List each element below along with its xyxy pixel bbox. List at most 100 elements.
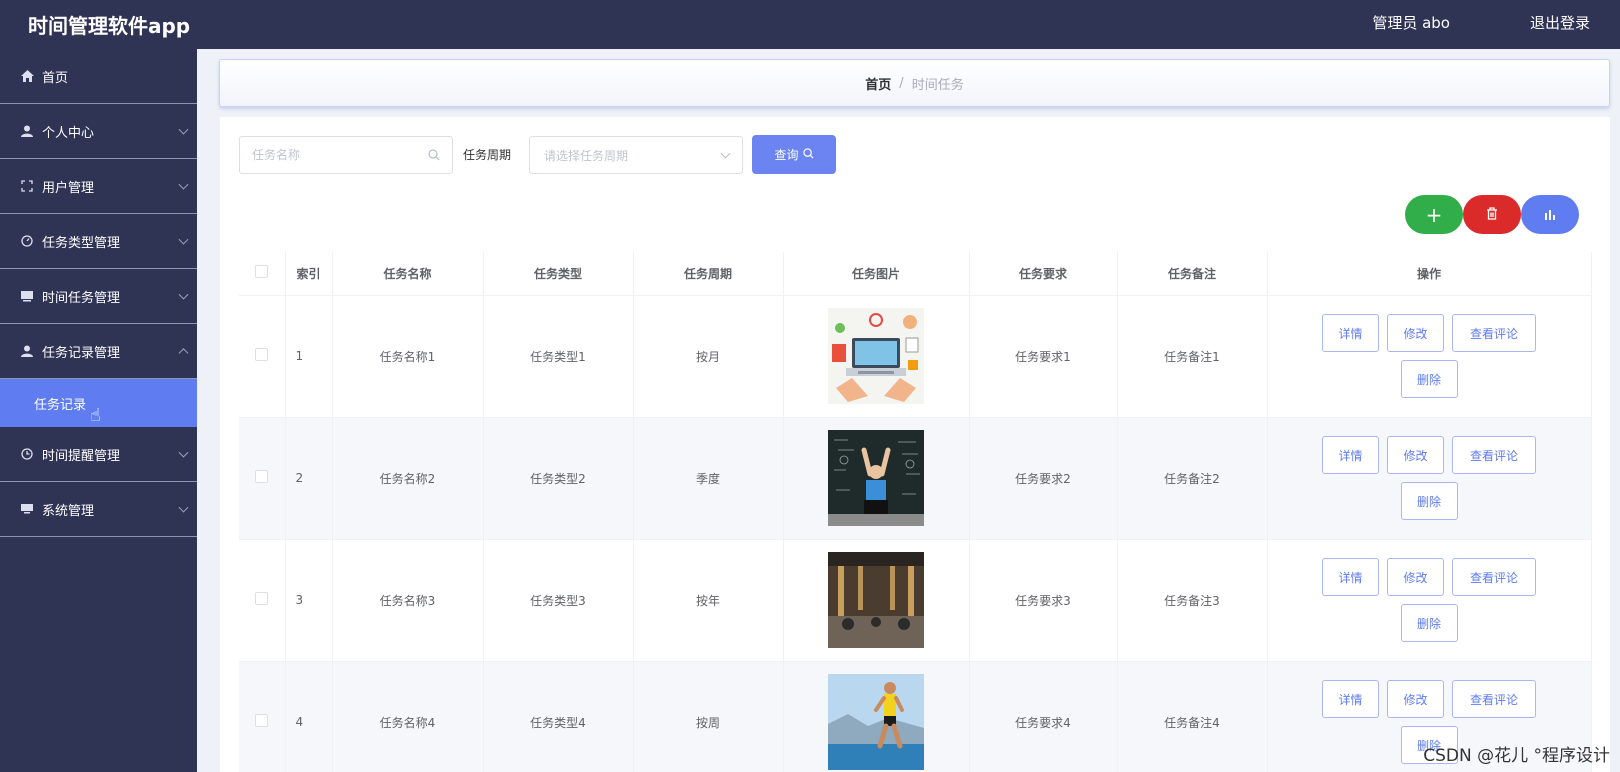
table-row: 2 任务名称2 任务类型2 季度 任务要求2 任务备注2 详情 修改 查看评论 … [239, 417, 1592, 540]
sidebar-item-task-record-management[interactable]: 任务记录管理 [0, 324, 197, 379]
task-name-input[interactable] [252, 148, 428, 162]
task-image-gym[interactable] [828, 552, 924, 648]
query-button-label: 查询 [774, 148, 799, 162]
view-comments-button[interactable]: 查看评论 [1452, 436, 1536, 474]
chevron-down-icon [178, 124, 189, 135]
detail-button[interactable]: 详情 [1322, 558, 1379, 596]
table-row: 4 任务名称4 任务类型4 按周 任务要求4 任务备注4 详情 修改 查看评论 … [239, 661, 1592, 772]
cell-task-name: 任务名称1 [332, 295, 484, 418]
row-actions: 详情 修改 查看评论 删除 [1315, 558, 1543, 642]
chevron-up-icon [178, 348, 189, 359]
detail-button[interactable]: 详情 [1322, 680, 1379, 718]
top-bar: 时间管理软件app 管理员 abo 退出登录 [0, 0, 1620, 49]
delete-button[interactable]: 删除 [1400, 604, 1458, 642]
gauge-icon [20, 234, 34, 248]
breadcrumb-current: 时间任务 [911, 77, 964, 93]
fullscreen-icon [20, 179, 34, 193]
task-period-label: 任务周期 [463, 148, 512, 162]
cell-task-type: 任务类型2 [483, 417, 634, 540]
sidebar-item-home[interactable]: 首页 [0, 49, 197, 104]
sidebar-item-label: 用户管理 [42, 180, 95, 196]
cell-task-type: 任务类型1 [483, 295, 634, 418]
task-name-search[interactable] [239, 136, 453, 174]
sidebar-item-label: 系统管理 [42, 503, 95, 519]
search-icon [428, 146, 440, 165]
statistics-button[interactable] [1521, 195, 1579, 234]
breadcrumb-home[interactable]: 首页 [865, 74, 891, 93]
sidebar-item-personal-center[interactable]: 个人中心 [0, 104, 197, 159]
add-button[interactable]: + [1405, 195, 1463, 234]
task-period-select[interactable]: 请选择任务周期 [529, 136, 743, 174]
column-header: 任务类型 [483, 252, 634, 296]
detail-button[interactable]: 详情 [1322, 314, 1379, 352]
cell-task-remark: 任务备注2 [1117, 417, 1268, 540]
column-header: 任务备注 [1117, 252, 1268, 296]
cell-task-remark: 任务备注4 [1117, 661, 1268, 772]
task-table: 索引 任务名称 任务类型 任务周期 任务图片 任务要求 任务备注 操作 1 任务… [239, 252, 1592, 772]
column-header: 索引 [285, 252, 333, 296]
sidebar-item-label: 个人中心 [42, 125, 95, 141]
cell-index: 1 [285, 295, 333, 418]
view-comments-button[interactable]: 查看评论 [1452, 680, 1536, 718]
row-checkbox[interactable] [255, 470, 269, 483]
user-icon [20, 344, 34, 358]
cell-index: 3 [285, 539, 333, 662]
cell-task-period: 按年 [633, 539, 784, 662]
cell-task-period: 按周 [633, 661, 784, 772]
edit-button[interactable]: 修改 [1387, 558, 1444, 596]
cell-task-type: 任务类型4 [483, 661, 634, 772]
cell-task-name: 任务名称3 [332, 539, 484, 662]
search-icon [802, 147, 814, 162]
task-image-runner[interactable] [828, 674, 924, 770]
view-comments-button[interactable]: 查看评论 [1452, 314, 1536, 352]
edit-button[interactable]: 修改 [1387, 680, 1444, 718]
column-header: 任务周期 [633, 252, 784, 296]
logout-link[interactable]: 退出登录 [1530, 12, 1590, 33]
sidebar-item-label: 任务记录管理 [42, 345, 121, 361]
view-comments-button[interactable]: 查看评论 [1452, 558, 1536, 596]
cell-task-period: 季度 [633, 417, 784, 540]
edit-button[interactable]: 修改 [1387, 314, 1444, 352]
home-icon [20, 69, 34, 83]
chevron-down-icon [178, 234, 189, 245]
task-image-laptop[interactable] [828, 308, 924, 404]
select-all-checkbox[interactable] [255, 265, 269, 279]
cell-task-remark: 任务备注3 [1117, 539, 1268, 662]
delete-button[interactable]: 删除 [1400, 360, 1458, 398]
batch-delete-button[interactable] [1463, 195, 1521, 234]
edit-button[interactable]: 修改 [1387, 436, 1444, 474]
cell-index: 2 [285, 417, 333, 540]
column-header: 操作 [1267, 252, 1592, 296]
monitor-icon [20, 502, 34, 516]
sidebar-item-user-management[interactable]: 用户管理 [0, 159, 197, 214]
sidebar-item-system-management[interactable]: 系统管理 [0, 482, 197, 537]
sidebar-item-time-reminder-management[interactable]: 时间提醒管理 [0, 427, 197, 482]
task-image-chalkboard[interactable] [828, 430, 924, 526]
sidebar-subitem-task-record[interactable]: 任务记录 ☝ [0, 379, 197, 427]
cell-task-requirement: 任务要求4 [969, 661, 1118, 772]
sidebar-subitem-label: 任务记录 [34, 397, 87, 413]
cell-index: 4 [285, 661, 333, 772]
sidebar-item-time-task-management[interactable]: 时间任务管理 [0, 269, 197, 324]
task-period-placeholder: 请选择任务周期 [544, 148, 629, 163]
sidebar-item-task-type-management[interactable]: 任务类型管理 [0, 214, 197, 269]
row-checkbox[interactable] [255, 348, 269, 361]
cell-task-remark: 任务备注1 [1117, 295, 1268, 418]
query-button[interactable]: 查询 [752, 135, 836, 174]
chevron-down-icon [178, 447, 189, 458]
trash-icon [1486, 205, 1498, 224]
chevron-down-icon [178, 289, 189, 300]
admin-label: 管理员 abo [1372, 14, 1450, 32]
breadcrumb-separator: / [899, 75, 904, 91]
delete-button[interactable]: 删除 [1400, 482, 1458, 520]
row-checkbox[interactable] [255, 592, 269, 605]
table-row: 1 任务名称1 任务类型1 按月 任务要求1 任务备注1 详情 修改 查看评论 … [239, 295, 1592, 418]
cell-task-period: 按月 [633, 295, 784, 418]
breadcrumb: 首页 / 时间任务 [219, 59, 1610, 107]
select-all-cell [239, 252, 286, 296]
row-checkbox[interactable] [255, 714, 269, 727]
detail-button[interactable]: 详情 [1322, 436, 1379, 474]
chevron-down-icon [720, 148, 731, 159]
column-header: 任务图片 [783, 252, 970, 296]
main-content: 任务周期 请选择任务周期 查询 + 索引 任务名称 任务类型 [220, 117, 1610, 772]
